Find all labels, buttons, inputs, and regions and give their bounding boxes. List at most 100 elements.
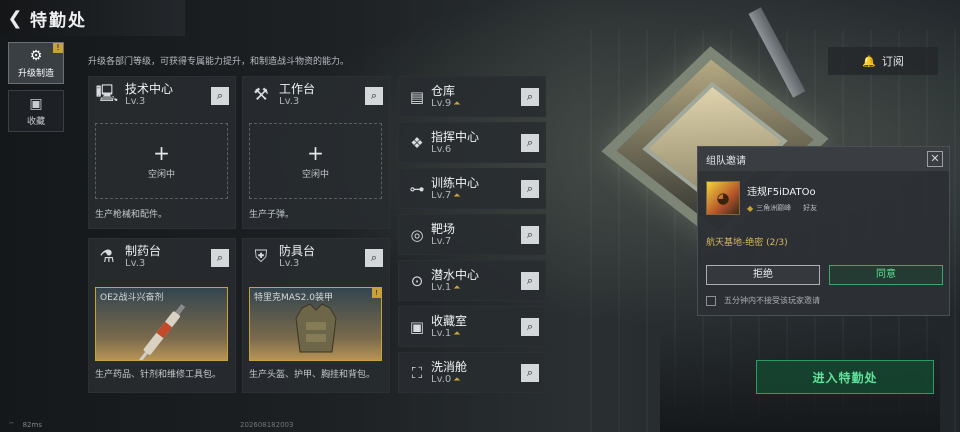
room-title-group: 收藏室 Lv.1 ⏶ — [431, 314, 467, 340]
room-level-row: Lv.0 ⏶ — [431, 374, 467, 386]
enter-special-ops-button[interactable]: 进入特勤处 — [756, 360, 934, 394]
nav-item-label: 升级制造 — [17, 68, 54, 79]
plus-icon: + — [153, 140, 170, 165]
tools-icon: ⚒ — [253, 85, 269, 105]
production-slot[interactable]: OE2战斗兴奋剂 — [95, 287, 228, 361]
card-workbench[interactable]: ⚒ 工作台 Lv.3 ⌕ + 空闲中 生产子弹。 — [242, 76, 390, 229]
search-button[interactable]: ⌕ — [521, 88, 539, 106]
card-description: 生产药品、针剂和维修工具包。 — [95, 370, 222, 380]
status-bar: ⌔ 82ms — [8, 421, 50, 430]
room-level-row: Lv.1 ⏶ — [431, 328, 467, 340]
ping-value: 82ms — [22, 421, 42, 429]
dialog-header: 组队邀请 ✕ — [698, 147, 949, 171]
card-title: 技术中心 — [125, 82, 174, 96]
card-title-group: 防具台 Lv.3 — [279, 244, 315, 270]
idle-slot[interactable]: + 空闲中 — [95, 123, 228, 199]
room-diving-center[interactable]: ⊙ 潜水中心 Lv.1 ⏶ ⌕ — [398, 260, 546, 301]
search-icon: ⌕ — [370, 89, 378, 102]
avatar[interactable]: ◕ — [706, 181, 740, 215]
search-button[interactable]: ⌕ — [521, 364, 539, 382]
idle-slot[interactable]: + 空闲中 — [249, 123, 382, 199]
subscribe-label: 订阅 — [881, 55, 904, 68]
page-title: 特勤处 — [30, 10, 87, 31]
room-level-row: Lv.7 ⏶ — [431, 190, 479, 202]
search-button[interactable]: ⌕ — [211, 249, 229, 267]
side-nav: ! ⚙ 升级制造 ▣ 收藏 — [8, 42, 64, 138]
build-id: 202608182003 — [240, 421, 294, 429]
bell-icon: 🔔 — [862, 54, 876, 68]
back-button[interactable]: ❮ — [0, 0, 30, 36]
card-description: 生产头盔、护甲、胸挂和背包。 — [249, 370, 376, 380]
room-name: 收藏室 — [431, 313, 468, 328]
accept-button[interactable]: 同意 — [829, 265, 943, 285]
dialog-title: 组队邀请 — [706, 155, 746, 167]
wifi-icon: ⌔ — [8, 421, 15, 429]
mute-invites-option[interactable]: 五分钟内不接受该玩家邀请 — [706, 295, 820, 306]
room-shooting-range[interactable]: ◎ 靶场 Lv.7 ⌕ — [398, 214, 546, 255]
room-warehouse[interactable]: ▤ 仓库 Lv.9 ⏶ ⌕ — [398, 76, 546, 117]
room-name: 仓库 — [431, 83, 456, 98]
search-icon: ⌕ — [526, 274, 534, 287]
inviter-meta: ◆ 三角洲巅峰 好友 — [747, 203, 817, 213]
reject-button[interactable]: 拒绝 — [706, 265, 820, 285]
collection-icon: ▣ — [29, 95, 43, 112]
search-button[interactable]: ⌕ — [521, 272, 539, 290]
room-collection-room[interactable]: ▣ 收藏室 Lv.1 ⏶ ⌕ — [398, 306, 546, 347]
card-title: 防具台 — [279, 244, 316, 258]
idle-label: 空闲中 — [147, 169, 175, 180]
nav-item-upgrade[interactable]: ! ⚙ 升级制造 — [8, 42, 64, 84]
mortar-icon: ⚗ — [99, 247, 115, 267]
search-button[interactable]: ⌕ — [521, 134, 539, 152]
card-level: Lv.3 — [125, 96, 146, 107]
card-level: Lv.3 — [125, 258, 146, 269]
card-description: 生产子弹。 — [249, 210, 295, 220]
room-title-group: 训练中心 Lv.7 ⏶ — [431, 176, 479, 202]
syringe-icon — [139, 303, 186, 360]
card-title-group: 制药台 Lv.3 — [125, 244, 161, 270]
card-pharmacy[interactable]: ⚗ 制药台 Lv.3 ⌕ OE2战斗兴奋剂 生产药品、针剂和维修工具包。 — [88, 238, 236, 393]
room-title-group: 指挥中心 Lv.6 — [431, 130, 479, 156]
room-level: Lv.7 — [431, 189, 452, 201]
subscribe-button[interactable]: 🔔 订阅 — [828, 47, 938, 75]
search-button[interactable]: ⌕ — [521, 226, 539, 244]
search-button[interactable]: ⌕ — [211, 87, 229, 105]
room-training-center[interactable]: ⊶ 训练中心 Lv.7 ⏶ ⌕ — [398, 168, 546, 209]
rank-icon: ◆ — [747, 203, 754, 213]
close-button[interactable]: ✕ — [927, 151, 943, 167]
room-level: Lv.1 — [431, 327, 452, 339]
target-icon: ◎ — [410, 225, 424, 244]
inviter-rank: 三角洲巅峰 — [756, 204, 792, 212]
upgrade-arrow-icon: ⏶ — [453, 98, 461, 109]
upgrade-arrow-icon: ⏶ — [453, 190, 461, 201]
mute-checkbox[interactable] — [706, 295, 716, 306]
room-level: Lv.9 — [431, 97, 452, 109]
search-icon: ⌕ — [370, 251, 378, 264]
card-tech-center[interactable]: 🖳 技术中心 Lv.3 ⌕ + 空闲中 生产枪械和配件。 — [88, 76, 236, 229]
search-icon: ⌕ — [526, 320, 534, 333]
top-bar: ❮ 特勤处 — [0, 0, 185, 36]
production-slot[interactable]: 特里克MAS2.0装甲 ! — [249, 287, 382, 361]
search-button[interactable]: ⌕ — [365, 87, 383, 105]
inviter-name: 违规F5iDATOo — [747, 187, 816, 198]
search-icon: ⌕ — [526, 136, 534, 149]
room-level: Lv.7 — [431, 235, 452, 247]
search-button[interactable]: ⌕ — [365, 249, 383, 267]
body-armor-icon — [295, 303, 337, 353]
search-button[interactable]: ⌕ — [521, 318, 539, 336]
nav-item-label: 收藏 — [26, 116, 45, 127]
idle-label: 空闲中 — [301, 169, 329, 180]
room-title-group: 潜水中心 Lv.1 ⏶ — [431, 268, 479, 294]
room-level: Lv.6 — [431, 143, 452, 155]
search-button[interactable]: ⌕ — [521, 180, 539, 198]
room-decontamination[interactable]: ⛶ 洗消舱 Lv.0 ⏶ ⌕ — [398, 352, 546, 393]
card-armor-bench[interactable]: ⛨ 防具台 Lv.3 ⌕ 特里克MAS2.0装甲 ! 生产头盔、护甲、胸挂和背包… — [242, 238, 390, 393]
room-command-center[interactable]: ❖ 指挥中心 Lv.6 ⌕ — [398, 122, 546, 163]
room-title-group: 靶场 Lv.7 — [431, 222, 455, 248]
room-name: 靶场 — [431, 221, 456, 236]
dog-avatar-icon: ◕ — [716, 189, 730, 207]
card-level: Lv.3 — [279, 258, 300, 269]
close-icon: ✕ — [930, 152, 940, 165]
nav-item-collection[interactable]: ▣ 收藏 — [8, 90, 64, 132]
relation-tag: 好友 — [803, 204, 818, 212]
upgrade-icon: ⚙ — [29, 47, 43, 64]
